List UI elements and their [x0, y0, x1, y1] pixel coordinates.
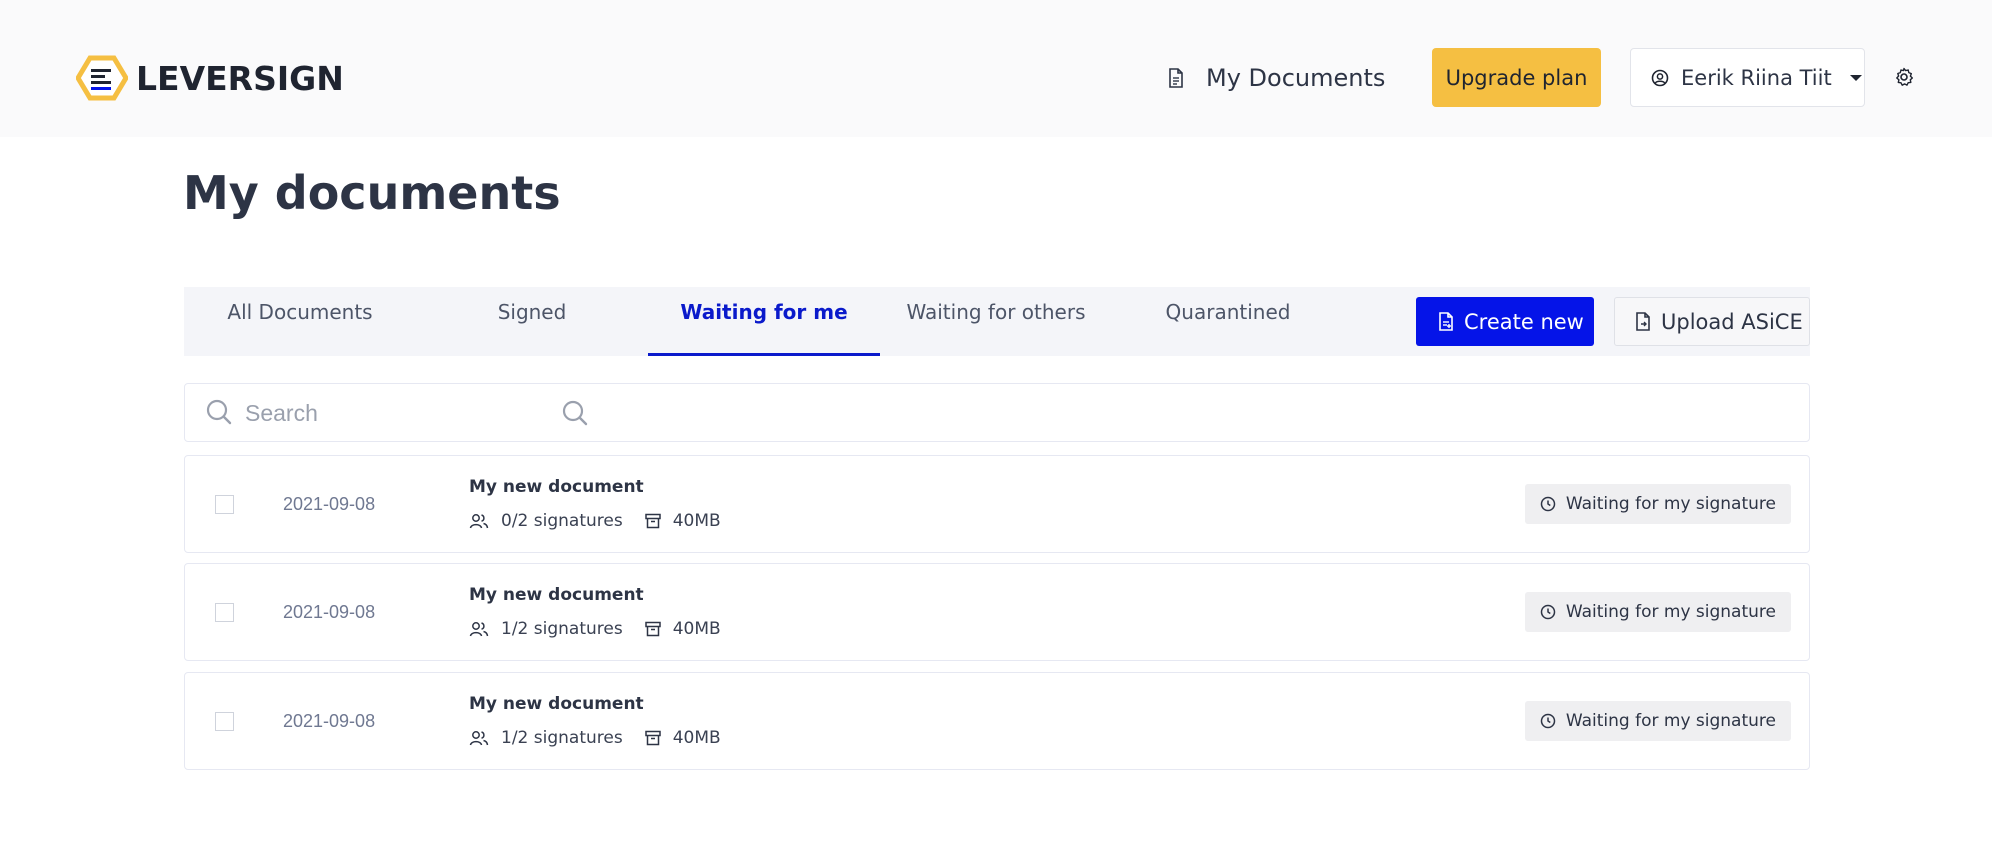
document-row[interactable]: 2021-09-08 My new document 0/2 signature…	[184, 455, 1810, 553]
status-badge: Waiting for my signature	[1524, 701, 1791, 741]
clock-icon	[1540, 713, 1556, 729]
document-title[interactable]: My new document	[469, 585, 644, 605]
user-circle-icon	[1651, 69, 1669, 86]
document-size: 40MB	[672, 511, 721, 531]
users-icon	[469, 622, 489, 637]
search-input[interactable]	[245, 394, 545, 432]
user-name: Eerik Riina Tiit	[1681, 65, 1832, 90]
document-icon	[1169, 68, 1183, 88]
search-bar	[184, 383, 1810, 442]
row-checkbox[interactable]	[215, 712, 234, 731]
tab-waiting-for-me[interactable]: Waiting for me	[648, 287, 880, 356]
document-title[interactable]: My new document	[469, 694, 644, 714]
upgrade-plan-button[interactable]: Upgrade plan	[1432, 48, 1601, 107]
status-label: Waiting for my signature	[1565, 494, 1776, 514]
tab-quarantined[interactable]: Quarantined	[1112, 287, 1344, 356]
status-label: Waiting for my signature	[1565, 711, 1776, 731]
archive-icon	[644, 513, 661, 529]
document-meta: 1/2 signatures 40MB	[469, 619, 721, 639]
status-badge: Waiting for my signature	[1524, 592, 1791, 632]
create-new-button[interactable]: Create new	[1416, 297, 1594, 346]
document-date: 2021-09-08	[283, 602, 376, 622]
leversign-logo-icon	[75, 55, 129, 101]
create-new-label: Create new	[1464, 309, 1584, 334]
row-checkbox[interactable]	[215, 495, 234, 514]
signature-count: 1/2 signatures	[501, 728, 623, 748]
top-bar: LEVERSIGN My Documents Upgrade plan Eeri…	[0, 0, 1992, 137]
signature-count: 1/2 signatures	[501, 619, 623, 639]
archive-icon	[644, 730, 661, 746]
logo[interactable]: LEVERSIGN	[75, 55, 344, 101]
row-checkbox[interactable]	[215, 603, 234, 622]
document-date: 2021-09-08	[283, 494, 376, 514]
nav-my-documents-label: My Documents	[1206, 64, 1386, 92]
clock-icon	[1540, 604, 1556, 620]
nav-my-documents[interactable]: My Documents	[1168, 62, 1385, 94]
document-row[interactable]: 2021-09-08 My new document 1/2 signature…	[184, 672, 1810, 770]
user-menu-button[interactable]: Eerik Riina Tiit	[1630, 48, 1865, 107]
upload-asice-label: Upload ASiCE	[1661, 309, 1803, 334]
clock-icon	[1540, 496, 1556, 512]
status-label: Waiting for my signature	[1565, 602, 1776, 622]
document-date: 2021-09-08	[283, 711, 376, 731]
search-icon	[206, 399, 232, 425]
document-size: 40MB	[672, 619, 721, 639]
document-title[interactable]: My new document	[469, 477, 644, 497]
upload-asice-button[interactable]: Upload ASiCE	[1614, 297, 1810, 346]
document-meta: 0/2 signatures 40MB	[469, 511, 721, 531]
document-meta: 1/2 signatures 40MB	[469, 728, 721, 748]
users-icon	[469, 514, 489, 529]
users-icon	[469, 731, 489, 746]
search-submit-icon[interactable]	[561, 399, 589, 427]
status-badge: Waiting for my signature	[1524, 484, 1791, 524]
settings-gear-icon[interactable]	[1894, 67, 1914, 87]
brand-name: LEVERSIGN	[136, 58, 344, 98]
page-title: My documents	[183, 166, 561, 220]
new-document-icon	[1439, 312, 1453, 331]
signature-count: 0/2 signatures	[501, 511, 623, 531]
tab-all-documents[interactable]: All Documents	[184, 287, 416, 356]
chevron-down-icon	[1849, 74, 1862, 81]
upload-file-icon	[1636, 312, 1650, 331]
tab-waiting-for-others[interactable]: Waiting for others	[880, 287, 1112, 356]
document-row[interactable]: 2021-09-08 My new document 1/2 signature…	[184, 563, 1810, 661]
document-size: 40MB	[672, 728, 721, 748]
tab-signed[interactable]: Signed	[416, 287, 648, 356]
archive-icon	[644, 621, 661, 637]
